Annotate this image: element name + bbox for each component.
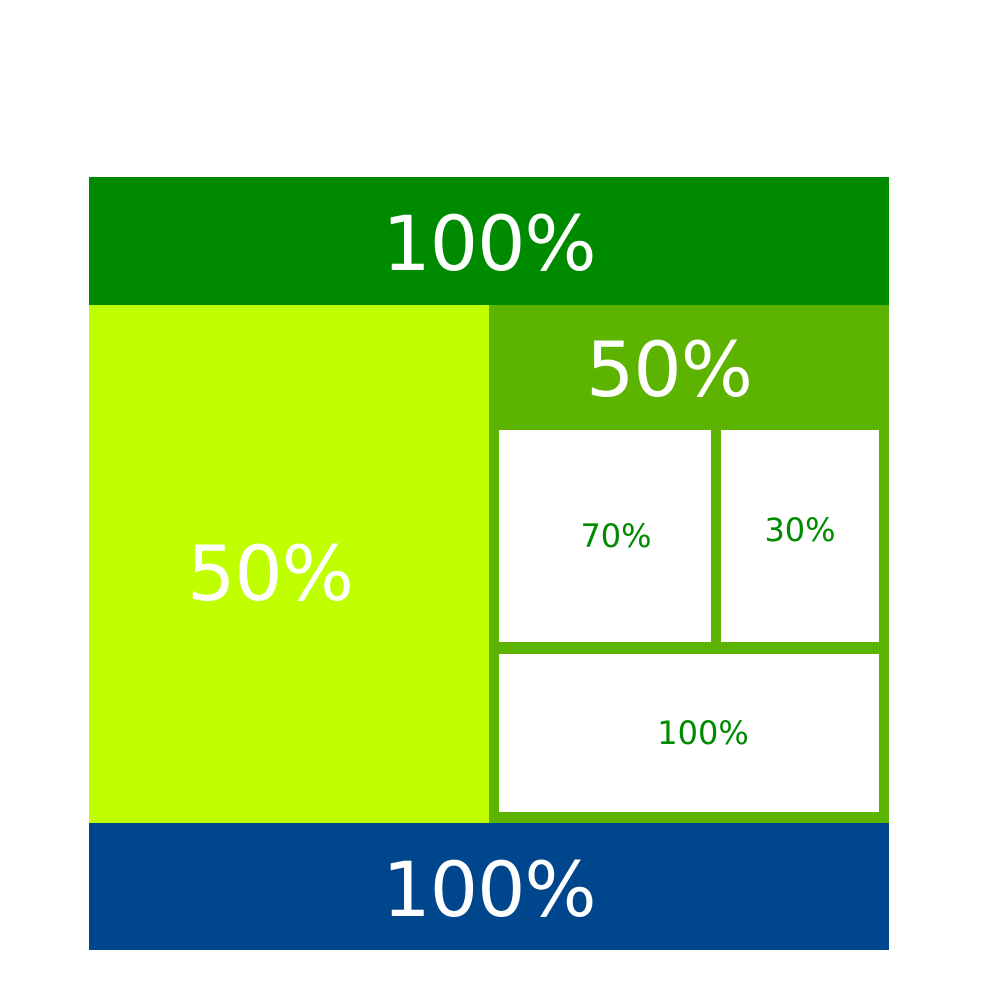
cell-30-label: 30% <box>764 511 836 549</box>
cell-100-percent: 100% <box>499 654 879 812</box>
left-panel-label: 50% <box>187 529 354 618</box>
footer-block: 100% <box>89 823 889 950</box>
header-label: 100% <box>382 199 596 288</box>
cell-30-percent: 30% <box>721 430 879 642</box>
footer-label: 100% <box>382 844 596 934</box>
right-panel-label: 50% <box>586 324 753 414</box>
left-panel-block: 50% <box>89 305 489 823</box>
cell-70-label: 70% <box>580 517 652 555</box>
right-panel-header: 50% <box>489 305 889 430</box>
cell-100-label: 100% <box>657 714 749 752</box>
header-block: 100% <box>89 177 889 305</box>
cell-70-percent: 70% <box>499 430 711 642</box>
